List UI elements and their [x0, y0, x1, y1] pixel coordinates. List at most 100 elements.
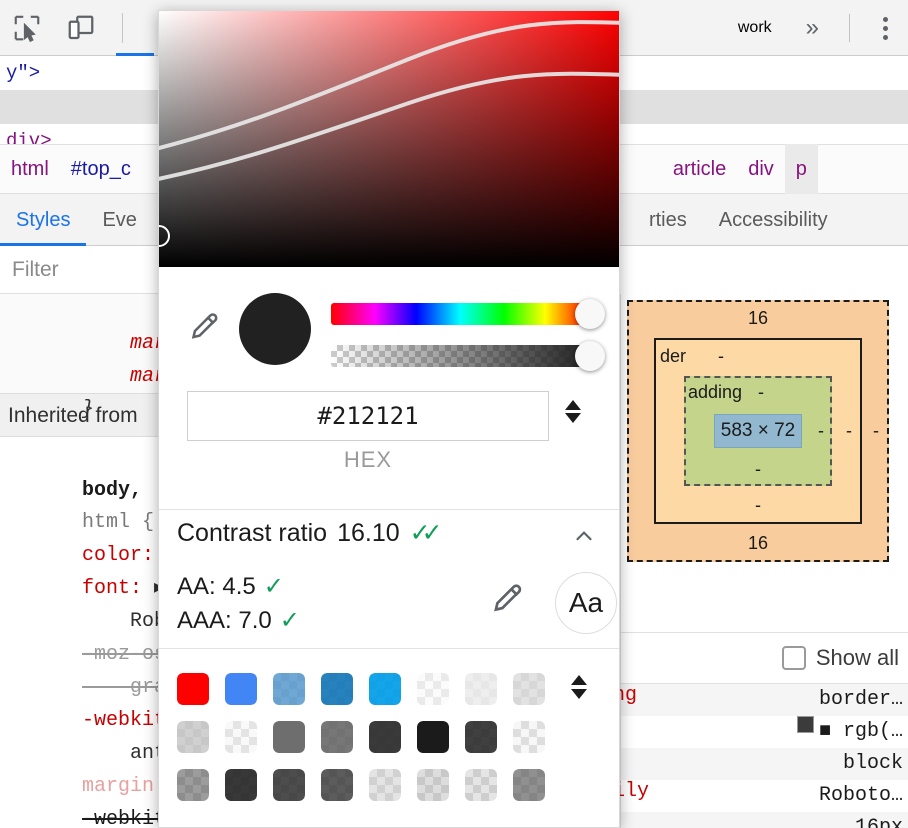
text-preview-button[interactable]: Aa [555, 572, 617, 634]
padding-top-value[interactable]: - [758, 382, 764, 403]
breadcrumb-item-html[interactable]: html [0, 144, 60, 194]
contrast-aaa-label: AAA: 7.0 [177, 607, 272, 635]
show-all-row: Show all [621, 632, 908, 684]
alpha-slider-knob[interactable] [575, 341, 605, 371]
palette-swatch[interactable] [177, 673, 209, 705]
kebab-menu-icon[interactable] [862, 4, 908, 52]
palette-swatch[interactable] [177, 721, 209, 753]
box-model-content[interactable]: 583 × 72 [714, 414, 802, 448]
spinner-down-icon[interactable] [565, 413, 581, 423]
margin-right-value[interactable]: - [873, 421, 879, 442]
palette-swatch[interactable] [465, 721, 497, 753]
palette-swatch[interactable] [273, 769, 305, 801]
padding-bottom-value[interactable]: - [755, 459, 761, 480]
palette-spinner-up-icon[interactable] [571, 675, 587, 685]
palette-swatch[interactable] [225, 721, 257, 753]
contrast-ratio-section: Contrast ratio 16.10 ✓✓ AA: 4.5 ✓ AAA: 7… [159, 509, 620, 649]
palette-swatch[interactable] [513, 721, 545, 753]
computed-row[interactable]: Roboto… [621, 780, 908, 812]
palette-swatch[interactable] [417, 769, 449, 801]
alpha-slider[interactable] [331, 345, 589, 367]
show-all-label: Show all [816, 645, 899, 671]
computed-row[interactable]: block [621, 748, 908, 780]
hue-slider[interactable] [331, 303, 589, 325]
margin-top-value[interactable]: 16 [748, 308, 768, 329]
palette-swatch[interactable] [225, 673, 257, 705]
tab-styles[interactable]: Styles [0, 194, 86, 246]
computed-row[interactable]: ■ rgb(… [621, 716, 908, 748]
breadcrumb-item-div[interactable]: div [737, 144, 785, 194]
color-picker-popup[interactable]: #212121 HEX Contrast ratio 16.10 ✓✓ AA: … [158, 10, 620, 828]
palette-row-2 [177, 721, 545, 753]
padding-right-value[interactable]: - [818, 421, 824, 442]
color-preview-circle[interactable] [239, 293, 311, 365]
computed-row[interactable]: 16px [621, 812, 908, 828]
hue-slider-knob[interactable] [575, 299, 605, 329]
dom-row-text: y"> [6, 62, 40, 84]
computed-row[interactable]: border… [621, 684, 908, 716]
palette-spinner-down-icon[interactable] [571, 689, 587, 699]
content-size-value: 583 × 72 [721, 420, 796, 442]
tab-network[interactable]: work [722, 0, 788, 56]
palette-swatch[interactable] [273, 721, 305, 753]
css-prop-name: margin: [82, 775, 166, 798]
palette-swatch[interactable] [273, 673, 305, 705]
tab-elements[interactable] [116, 0, 154, 56]
breadcrumb-item-top-c[interactable]: #top_c [60, 144, 142, 194]
palette-swatch[interactable] [465, 769, 497, 801]
contrast-aa-row: AA: 4.5 ✓ [177, 572, 284, 601]
tab-properties[interactable]: rties [633, 194, 703, 246]
palette-swatch[interactable] [369, 721, 401, 753]
border-right-value[interactable]: - [846, 421, 852, 442]
hex-input[interactable]: #212121 [187, 391, 549, 441]
palette-cycle-spinner[interactable] [571, 675, 587, 699]
spinner-up-icon[interactable] [565, 400, 581, 410]
aa-preview-label: Aa [569, 587, 603, 619]
palette-swatch[interactable] [321, 673, 353, 705]
palette-swatch[interactable] [369, 673, 401, 705]
tab-event-listeners[interactable]: Eve [86, 194, 152, 246]
color-format-label: HEX [187, 447, 549, 473]
palette-swatch[interactable] [369, 769, 401, 801]
show-all-checkbox[interactable] [782, 646, 806, 670]
overflow-chevron-icon[interactable]: » [788, 14, 837, 42]
palette-swatch[interactable] [417, 721, 449, 753]
palette-swatch[interactable] [465, 673, 497, 705]
computed-value: Roboto… [819, 780, 903, 812]
panel-tab-strip [116, 0, 154, 56]
palette-swatch[interactable] [513, 769, 545, 801]
format-cycle-spinner[interactable] [565, 400, 581, 423]
palette-swatch[interactable] [225, 769, 257, 801]
palette-row-1 [177, 673, 545, 705]
contrast-ratio-label: Contrast ratio [177, 519, 327, 548]
palette-swatch[interactable] [321, 769, 353, 801]
box-model-diagram: 16 16 - der - - - adding - - - 583 × 72 [627, 300, 889, 562]
computed-value: block [843, 748, 903, 780]
inspect-element-icon[interactable] [0, 4, 54, 52]
devtools-screen: work » y"> div> html #top_c article div … [0, 0, 908, 828]
box-model-padding[interactable]: adding - - - 583 × 72 [684, 376, 832, 486]
border-bottom-value[interactable]: - [755, 495, 761, 516]
border-top-value[interactable]: - [718, 346, 724, 367]
margin-bottom-value[interactable]: 16 [748, 533, 768, 554]
eyedropper-icon[interactable] [187, 311, 221, 350]
css-selector-body: body, [82, 479, 142, 502]
computed-color-swatch[interactable] [797, 716, 814, 733]
palette-swatch[interactable] [177, 769, 209, 801]
breadcrumb-item-p[interactable]: p [785, 144, 818, 194]
palette-swatch[interactable] [513, 673, 545, 705]
contrast-eyedropper-icon[interactable] [489, 582, 525, 623]
device-toolbar-icon[interactable] [54, 4, 108, 52]
hex-value: #212121 [317, 402, 418, 430]
css-prop-name: font: [82, 577, 142, 600]
contrast-aa-label: AA: 4.5 [177, 573, 256, 601]
border-label: der [660, 346, 686, 367]
breadcrumb-item-article[interactable]: article [662, 144, 737, 194]
computed-value: 16px [855, 812, 903, 828]
tab-accessibility[interactable]: Accessibility [703, 194, 844, 246]
palette-swatch[interactable] [321, 721, 353, 753]
chevron-up-icon[interactable] [571, 524, 597, 550]
saturation-value-area[interactable] [159, 11, 620, 267]
palette-swatch[interactable] [417, 673, 449, 705]
box-model-border[interactable]: der - - - adding - - - 583 × 72 [654, 338, 862, 524]
